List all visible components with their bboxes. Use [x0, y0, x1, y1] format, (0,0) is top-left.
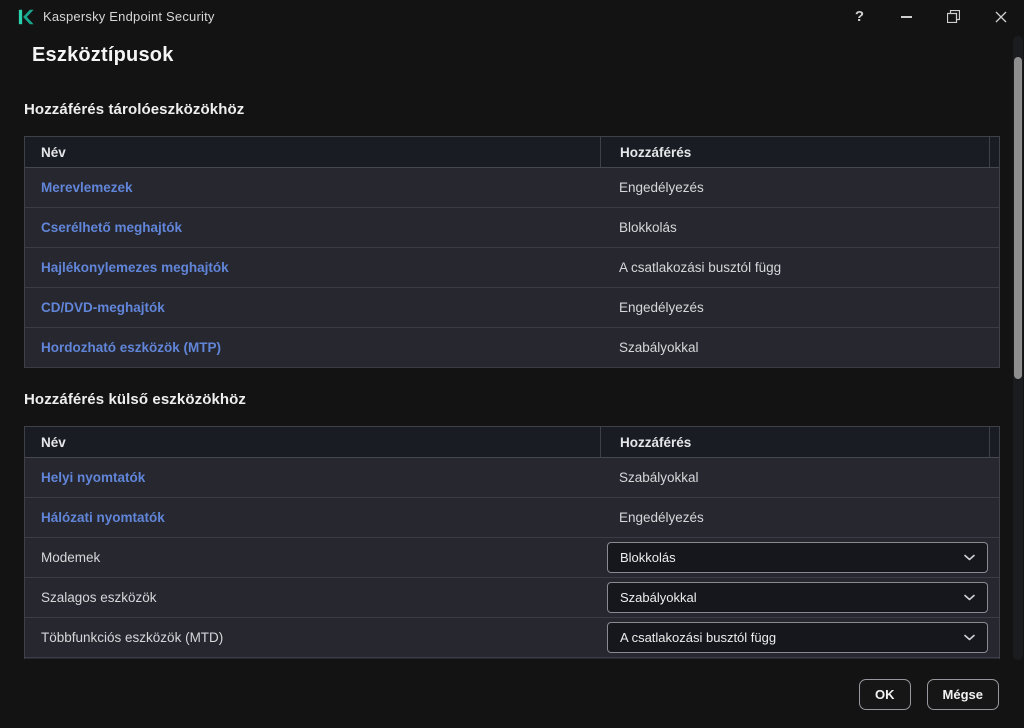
storage-devices-table: Név Hozzáférés Merevlemezek Engedélyezés… [24, 136, 1000, 368]
chevron-down-icon [963, 593, 976, 602]
table-row: Hajlékonylemezes meghajtók A csatlakozás… [25, 248, 999, 288]
titlebar: Kaspersky Endpoint Security ? [0, 0, 1024, 33]
table-row: Helyi nyomtatók Szabályokkal [25, 458, 999, 498]
table-header-row: Név Hozzáférés [25, 137, 999, 168]
scrollbar-track[interactable] [1013, 36, 1023, 660]
table-header-row: Név Hozzáférés [25, 427, 999, 458]
device-type-link[interactable]: Hordozható eszközök (MTP) [41, 340, 221, 355]
column-header-spacer [989, 137, 999, 167]
access-value: Engedélyezés [619, 510, 704, 525]
table-row: Hálózati nyomtatók Engedélyezés [25, 498, 999, 538]
table-row: CD/DVD-meghajtók Engedélyezés [25, 288, 999, 328]
access-select-value: Blokkolás [620, 550, 676, 565]
app-title: Kaspersky Endpoint Security [43, 9, 215, 24]
access-select-value: A csatlakozási busztól függ [620, 630, 777, 645]
section-heading-storage: Hozzáférés tárolóeszközökhöz [24, 101, 245, 118]
access-value: Engedélyezés [619, 180, 704, 195]
access-value: A csatlakozási busztól függ [619, 260, 782, 275]
section-heading-external: Hozzáférés külső eszközökhöz [24, 391, 247, 408]
access-select[interactable]: A csatlakozási busztól függ [607, 622, 988, 653]
column-header-spacer [989, 427, 999, 457]
external-devices-table: Név Hozzáférés Helyi nyomtatók Szabályok… [24, 426, 1000, 659]
device-type-label: Szalagos eszközök [41, 590, 157, 605]
table-row: Szalagos eszközök Szabályokkal [25, 578, 999, 618]
chevron-down-icon [963, 553, 976, 562]
table-row: Merevlemezek Engedélyezés [25, 168, 999, 208]
device-type-link[interactable]: Cserélhető meghajtók [41, 220, 182, 235]
table-row: Többfunkciós eszközök (MTD) A csatlakozá… [25, 618, 999, 658]
column-header-nev[interactable]: Név [25, 427, 600, 457]
device-type-label: Többfunkciós eszközök (MTD) [41, 630, 224, 645]
column-header-nev[interactable]: Név [25, 137, 600, 167]
column-header-hozzaferes[interactable]: Hozzáférés [600, 427, 989, 457]
ok-button[interactable]: OK [859, 678, 911, 710]
access-select-value: Szabályokkal [620, 590, 697, 605]
table-row: Modemek Blokkolás [25, 538, 999, 578]
dialog-footer: OK Mégse [0, 660, 1024, 728]
access-select[interactable]: Szabályokkal [607, 582, 988, 613]
page-title: Eszköztípusok [32, 44, 174, 66]
close-icon [995, 11, 1006, 22]
device-type-link[interactable]: Hajlékonylemezes meghajtók [41, 260, 229, 275]
close-button[interactable] [977, 0, 1024, 33]
access-select[interactable]: Blokkolás [607, 542, 988, 573]
scrollbar-thumb[interactable] [1014, 57, 1022, 379]
device-type-link[interactable]: Hálózati nyomtatók [41, 510, 165, 525]
device-type-label: Modemek [41, 550, 101, 565]
titlebar-left: Kaspersky Endpoint Security [16, 8, 215, 26]
device-type-link[interactable]: Merevlemezek [41, 180, 133, 195]
device-type-link[interactable]: Helyi nyomtatók [41, 470, 145, 485]
access-value: Engedélyezés [619, 300, 704, 315]
cancel-button[interactable]: Mégse [926, 678, 999, 710]
minimize-button[interactable] [883, 0, 930, 33]
restore-icon [947, 10, 960, 23]
column-header-hozzaferes[interactable]: Hozzáférés [600, 137, 989, 167]
device-type-link[interactable]: CD/DVD-meghajtók [41, 300, 165, 315]
access-value: Szabályokkal [619, 340, 699, 355]
window-controls: ? [836, 0, 1024, 33]
kaspersky-logo-icon [16, 8, 34, 26]
table-row: Cserélhető meghajtók Blokkolás [25, 208, 999, 248]
help-button[interactable]: ? [836, 0, 883, 33]
minimize-icon [901, 15, 912, 18]
access-value: Szabályokkal [619, 470, 699, 485]
access-value: Blokkolás [619, 220, 677, 235]
restore-button[interactable] [930, 0, 977, 33]
table-row: Hordozható eszközök (MTP) Szabályokkal [25, 328, 999, 368]
chevron-down-icon [963, 633, 976, 642]
